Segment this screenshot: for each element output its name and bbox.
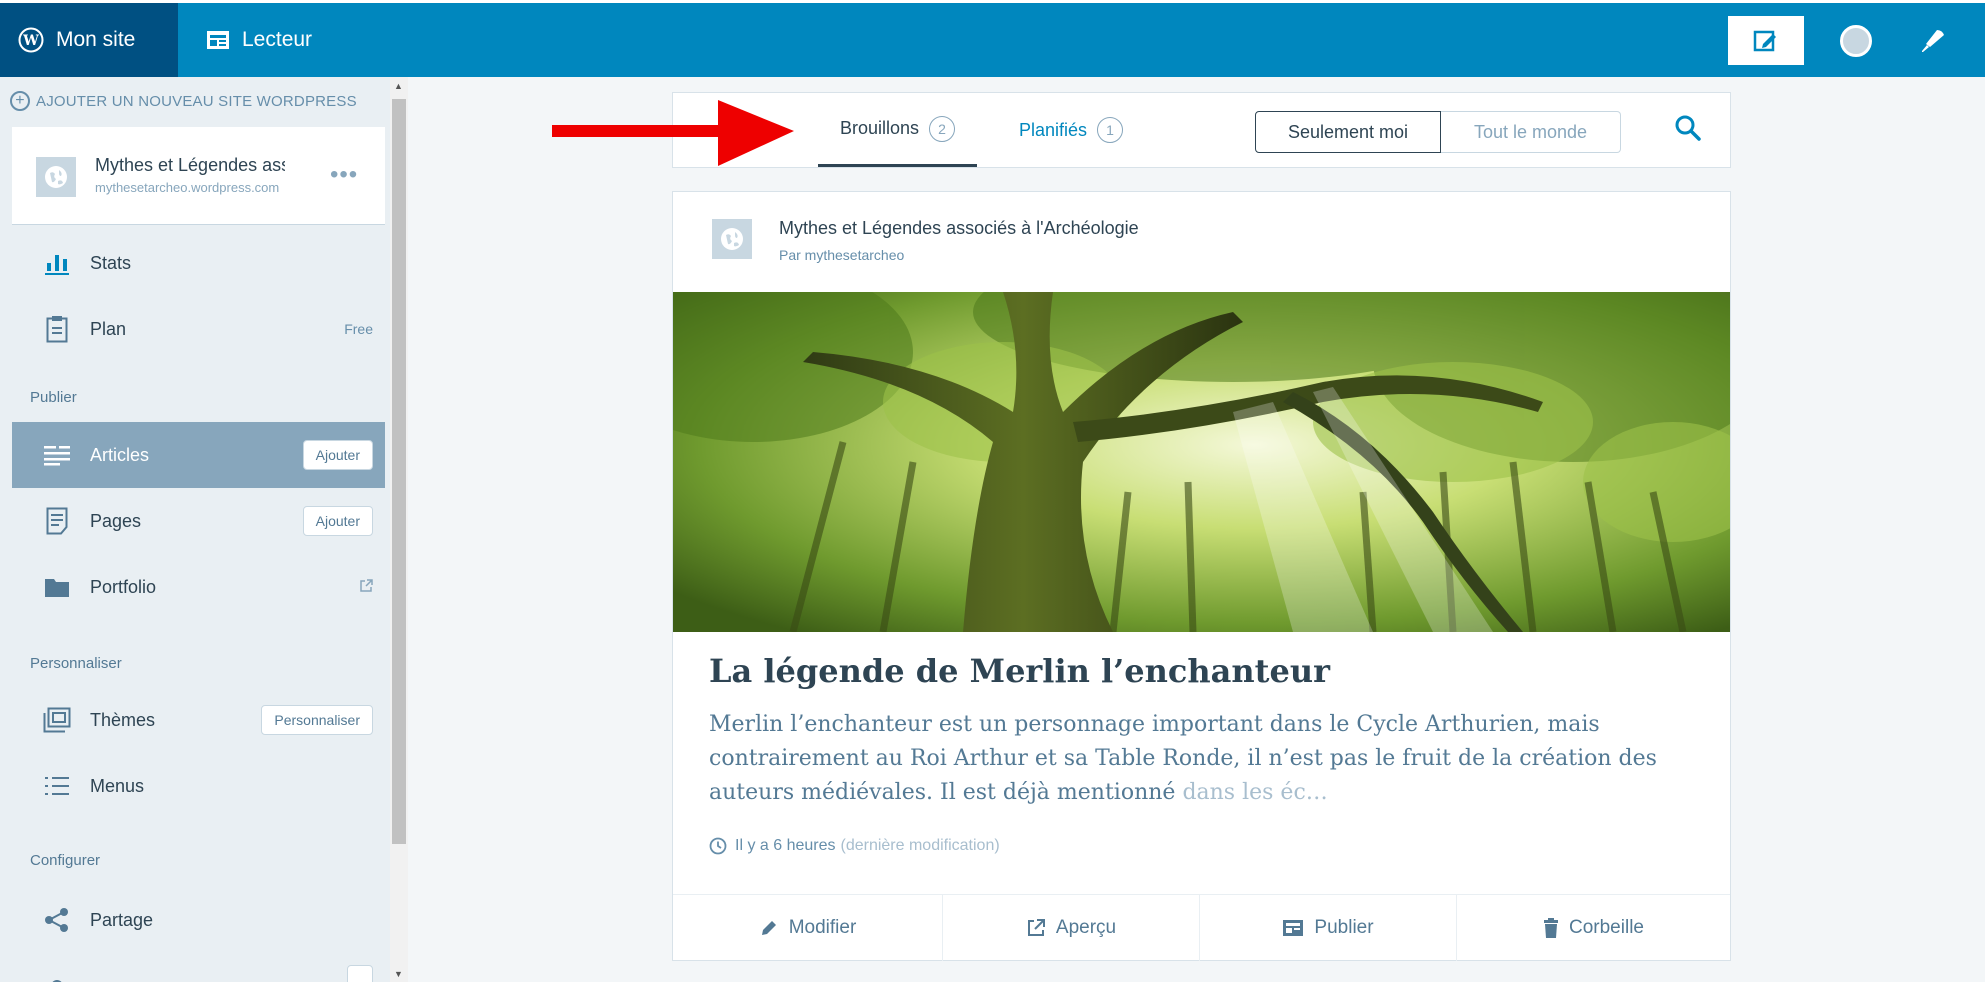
trash-button[interactable]: Corbeille [1457,895,1730,961]
reader-label: Lecteur [242,28,313,51]
current-site-card[interactable]: Mythes et Légendes associés à l'Archéolo… [12,127,385,225]
reader-tab[interactable]: Lecteur [178,3,348,77]
people-icon [42,976,72,982]
posts-icon [42,444,72,466]
stats-bar-chart-icon [42,251,72,275]
add-new-site-label: AJOUTER UN NOUVEAU SITE WORDPRESS [36,92,357,110]
scope-everyone[interactable]: Tout le monde [1441,111,1621,153]
themes-icon [42,707,72,733]
add-new-site-link[interactable]: + AJOUTER UN NOUVEAU SITE WORDPRESS [10,91,357,111]
section-nav: Brouillons 2 Planifiés 1 Seulement moi T… [672,92,1731,168]
sidebar-item-label: Thèmes [90,709,156,730]
clipboard-icon [42,315,72,343]
pencil-icon [761,921,776,935]
scroll-up-arrow-icon[interactable]: ▲ [394,81,403,91]
tab-scheduled[interactable]: Planifiés 1 [1019,93,1124,167]
add-page-button[interactable]: Ajouter [302,506,373,536]
section-heading-customize: Personnaliser [30,655,122,672]
external-link-icon [359,578,373,596]
scroll-down-arrow-icon[interactable]: ▼ [394,969,403,979]
sidebar-item-label: Articles [90,444,150,465]
featured-image[interactable] [673,292,1730,632]
post-time-value: Il y a 6 heures [735,837,836,854]
site-menu-ellipsis-icon[interactable]: ••• [330,161,358,189]
add-article-button[interactable]: Ajouter [302,440,373,470]
sidebar-item-label: Stats [90,252,132,273]
external-preview-icon [1027,919,1045,936]
scrollbar-thumb[interactable] [392,99,406,844]
site-globe-icon [712,219,752,259]
search-icon[interactable] [1673,113,1703,148]
plan-badge: Free [344,321,373,337]
section-heading-configure: Configurer [30,852,101,869]
post-title[interactable]: La légende de Merlin l’enchanteur [709,652,1330,690]
post-card: Mythes et Légendes associés à l'Archéolo… [672,191,1731,961]
sidebar-scrollbar[interactable]: ▲ ▼ [390,77,408,982]
sidebar-item-sharing[interactable]: Partage [12,887,385,953]
masterbar: W Mon site Lecteur [0,0,1985,77]
sidebar-item-themes[interactable]: Thèmes Personnaliser [12,687,385,753]
write-button[interactable] [1728,16,1804,65]
sidebar-item-label: Pages [90,510,142,531]
red-arrow-annotation [552,100,794,166]
notifications-button[interactable] [1918,25,1948,60]
edit-label: Modifier [788,917,857,938]
user-avatar[interactable] [1840,25,1872,57]
section-heading-publish: Publier [30,389,77,406]
sidebar-item-label: Plan [90,318,127,339]
publish-button[interactable]: Publier [1200,895,1457,961]
post-site-title[interactable]: Mythes et Légendes associés à l'Archéolo… [779,218,1139,239]
sidebar-item-label: Partage [90,909,154,930]
post-time: Il y a 6 heures (dernière modification) [709,837,1000,855]
excerpt-fade-text: dans les éc… [1182,780,1328,805]
publish-icon [1283,920,1304,936]
publish-label: Publier [1314,917,1374,938]
sidebar-item-plan[interactable]: Plan Free [12,296,385,362]
preview-button[interactable]: Aperçu [943,895,1200,961]
add-button-partial[interactable] [347,965,373,982]
svg-text:W: W [22,33,39,49]
sidebar-item-pages[interactable]: Pages Ajouter [12,488,385,554]
sidebar-item-partial[interactable] [12,953,385,982]
post-excerpt: Merlin l’enchanteur est un personnage im… [709,708,1709,810]
scheduled-count: 1 [1097,117,1124,143]
write-post-icon [1753,30,1776,51]
post-time-note: (dernière modification) [840,837,1000,854]
notifications-bell-icon [1922,30,1944,52]
sidebar-item-menus[interactable]: Menus [12,753,385,819]
sidebar-item-label: Menus [90,775,145,796]
menu-list-icon [42,775,72,797]
post-author: Par mythesetarcheo [779,247,905,263]
my-site-tab[interactable]: W Mon site [0,3,178,77]
plus-circle-icon: + [10,91,30,111]
scope-only-me[interactable]: Seulement moi [1255,111,1441,153]
sidebar-item-stats[interactable]: Stats [12,230,385,296]
trash-icon [1544,918,1558,938]
edit-button[interactable]: Modifier [673,895,943,961]
reader-icon [207,31,229,49]
preview-label: Aperçu [1055,917,1117,938]
clock-icon [709,837,727,855]
folder-icon [42,576,72,598]
page-icon [42,507,72,535]
sidebar-item-label: Portfolio [90,576,157,597]
tab-drafts[interactable]: Brouillons 2 [818,93,978,167]
site-url: mythesetarcheo.wordpress.com [95,180,280,195]
drafts-count: 2 [929,115,956,142]
site-globe-icon [36,157,76,197]
site-name: Mythes et Légendes associés à l'Archéolo… [95,155,285,175]
sidebar-item-portfolio[interactable]: Portfolio [12,554,385,620]
customize-theme-button[interactable]: Personnaliser [261,705,373,735]
tab-label: Planifiés [1019,119,1088,140]
share-icon [42,907,72,933]
sidebar-item-articles[interactable]: Articles Ajouter [12,422,385,488]
tab-label: Brouillons [840,118,920,138]
post-actions: Modifier Aperçu Publier Corbeille [673,894,1730,961]
wordpress-logo-icon: W [18,27,44,53]
trash-label: Corbeille [1569,917,1644,938]
sidebar: + AJOUTER UN NOUVEAU SITE WORDPRESS Myth… [0,77,408,982]
my-site-label: Mon site [56,28,136,51]
